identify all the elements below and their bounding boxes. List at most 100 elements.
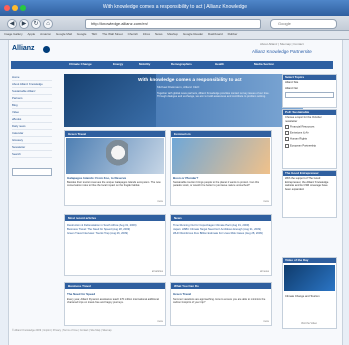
- poll-option[interactable]: European Partnership: [283, 143, 336, 149]
- business-travel-panel: Business Travel The Need for Speed Every…: [64, 282, 166, 326]
- bookmark-item[interactable]: Image Gallery: [4, 32, 23, 36]
- browser-window: With knowledge comes a responsibility to…: [0, 0, 349, 345]
- top-links[interactable]: About Allianz | Sitemap | Contact: [260, 42, 304, 46]
- left-nav-item[interactable]: Search: [12, 151, 52, 158]
- bookmark-item[interactable]: Apple: [28, 32, 36, 36]
- search-placeholder: Google: [278, 21, 291, 26]
- green-travel-head: Green Travel: [65, 131, 165, 137]
- video-panel: Video of the Day Climate Change and Tour…: [282, 257, 337, 329]
- address-bar[interactable]: http://knowledge.allianz.com/en/: [85, 19, 261, 29]
- what-you-can-do-panel: What You Can Do Green Travel Summer vaca…: [170, 282, 272, 326]
- bookmark-item[interactable]: Mashup: [167, 32, 178, 36]
- more-link[interactable]: more: [263, 320, 269, 323]
- left-nav-item[interactable]: Partners: [12, 95, 52, 102]
- title-bar: With knowledge comes a responsibility to…: [0, 0, 349, 16]
- bookmark-item[interactable]: News: [155, 32, 163, 36]
- page-footer: © Allianz Knowledge 2009 | Imprint | Pri…: [12, 329, 112, 332]
- ecotourism-image: [172, 138, 270, 174]
- hero-body: Together with global news partners, Alli…: [157, 92, 270, 99]
- left-nav-item[interactable]: Daily news: [12, 123, 52, 130]
- business-travel-title[interactable]: The Need for Speed: [67, 292, 95, 296]
- news-list: Time Running Out for Copenhagen Climate …: [173, 224, 267, 236]
- more-link[interactable]: more: [157, 320, 163, 323]
- article-item[interactable]: Green Travel Interview: Tourist Trap (Au…: [67, 232, 161, 236]
- nav-item-energy[interactable]: Energy: [113, 62, 123, 66]
- back-button[interactable]: ◀: [7, 19, 17, 29]
- expert-box: The Good Entrepreneur With the support o…: [282, 170, 337, 218]
- news-panel: News Time Running Out for Copenhagen Cli…: [170, 214, 272, 276]
- green-travel-title[interactable]: Galapagos Islands: From Zoo, to Reserve: [67, 176, 126, 180]
- left-nav-item[interactable]: About Allianz Knowledge: [12, 81, 52, 88]
- poll-box: Poll: Sustainable Choose a topic for the…: [282, 109, 337, 169]
- zoom-window-button[interactable]: [20, 5, 26, 11]
- penguin-image: [66, 138, 164, 174]
- bookmark-item[interactable]: TEC: [91, 32, 97, 36]
- login-label[interactable]: Allianz Net: [283, 86, 336, 92]
- home-icon[interactable]: ⌂: [43, 19, 53, 29]
- bookmark-item[interactable]: Cherish: [128, 32, 138, 36]
- video-thumbnail[interactable]: [284, 265, 335, 291]
- ecotourism-body: Sustainable tourism brings people to the…: [173, 181, 260, 188]
- poll-question: Choose a topic for the October newslette…: [285, 116, 322, 123]
- ecotourism-head: Ecotourism: [171, 131, 271, 137]
- bookmark-item[interactable]: The Wall Street: [102, 32, 123, 36]
- nav-item-climate-change[interactable]: Climate Change: [69, 62, 92, 66]
- video-caption: Climate Change and Tourism: [285, 295, 320, 298]
- bookmarks-bar: Image Gallery Apple Amazon Google Mail G…: [0, 31, 349, 40]
- nav-item-demographics[interactable]: Demographics: [171, 62, 192, 66]
- penguin-icon: [106, 140, 128, 168]
- news-head: News: [171, 215, 271, 221]
- search-input[interactable]: Google: [270, 19, 337, 29]
- checkbox-icon[interactable]: [285, 131, 289, 136]
- close-window-button[interactable]: [4, 5, 10, 11]
- what-you-can-do-title[interactable]: Green Travel: [173, 292, 191, 296]
- business-travel-body: Every year, Allianz Dynamic assistance t…: [67, 298, 159, 305]
- url-text: http://knowledge.allianz.com/en/: [91, 21, 148, 26]
- nav-item-mobility[interactable]: Mobility: [139, 62, 150, 66]
- bookmark-item[interactable]: Rubber: [228, 32, 238, 36]
- all-news-link[interactable]: all news: [260, 270, 269, 273]
- business-travel-head: Business Travel: [65, 283, 165, 289]
- recent-articles-head: Most recent articles: [65, 215, 165, 221]
- news-item[interactable]: WHO Reinforces Five Billion Estimate For…: [173, 232, 267, 236]
- left-search-input[interactable]: [12, 168, 52, 176]
- hero-subtitle: Michael Diekmann, Allianz CEO: [157, 85, 200, 89]
- video-head: Video of the Day: [283, 258, 336, 263]
- video-link[interactable]: Visit the Video: [301, 322, 317, 325]
- left-nav-item[interactable]: Calendar: [12, 130, 52, 137]
- left-nav-item[interactable]: eBooks: [12, 116, 52, 123]
- allianz-logo[interactable]: Allianz: [12, 45, 70, 55]
- bookmark-item[interactable]: Dashboard: [208, 32, 223, 36]
- reload-button[interactable]: ↻: [31, 19, 41, 29]
- bookmark-item[interactable]: Google Reader: [183, 32, 203, 36]
- main-navigation: Climate Change Energy Mobility Demograph…: [11, 61, 333, 69]
- bookmark-item[interactable]: Google Mail: [56, 32, 72, 36]
- all-articles-link[interactable]: all articles: [152, 270, 163, 273]
- site-tagline: Allianz Knowledge Partnersite: [252, 49, 312, 54]
- more-link[interactable]: more: [157, 200, 163, 203]
- left-nav-item[interactable]: Newsletter: [12, 144, 52, 151]
- left-nav-item[interactable]: Glossary: [12, 137, 52, 144]
- more-link[interactable]: more: [263, 200, 269, 203]
- logo-text: Allianz: [12, 45, 35, 52]
- bookmark-item[interactable]: Inbox: [143, 32, 150, 36]
- nav-item-health[interactable]: Health: [215, 62, 224, 66]
- ecotourism-title[interactable]: Boon or Plunder?: [173, 176, 198, 180]
- minimize-window-button[interactable]: [12, 5, 18, 11]
- left-nav-item[interactable]: Video: [12, 109, 52, 116]
- checkbox-icon[interactable]: [285, 137, 289, 142]
- left-nav-item[interactable]: Sustainable Allianz: [12, 88, 52, 95]
- checkbox-icon[interactable]: [285, 143, 289, 148]
- left-search-box: [12, 168, 52, 176]
- nav-item-media[interactable]: Media Section: [254, 62, 274, 66]
- left-nav-item[interactable]: Home: [12, 74, 52, 81]
- checkbox-icon[interactable]: [285, 125, 289, 129]
- expert-body: With the support of The Good Entrepreneu…: [285, 177, 329, 191]
- topic-input[interactable]: [285, 92, 334, 98]
- bookmark-item[interactable]: Google: [77, 32, 87, 36]
- what-you-can-do-body: Summer vacations are approaching. How to…: [173, 298, 266, 305]
- left-nav-item[interactable]: Blog: [12, 102, 52, 109]
- bookmark-item[interactable]: Amazon: [40, 32, 51, 36]
- forward-button[interactable]: ▶: [19, 19, 29, 29]
- eagle-icon: [43, 46, 50, 53]
